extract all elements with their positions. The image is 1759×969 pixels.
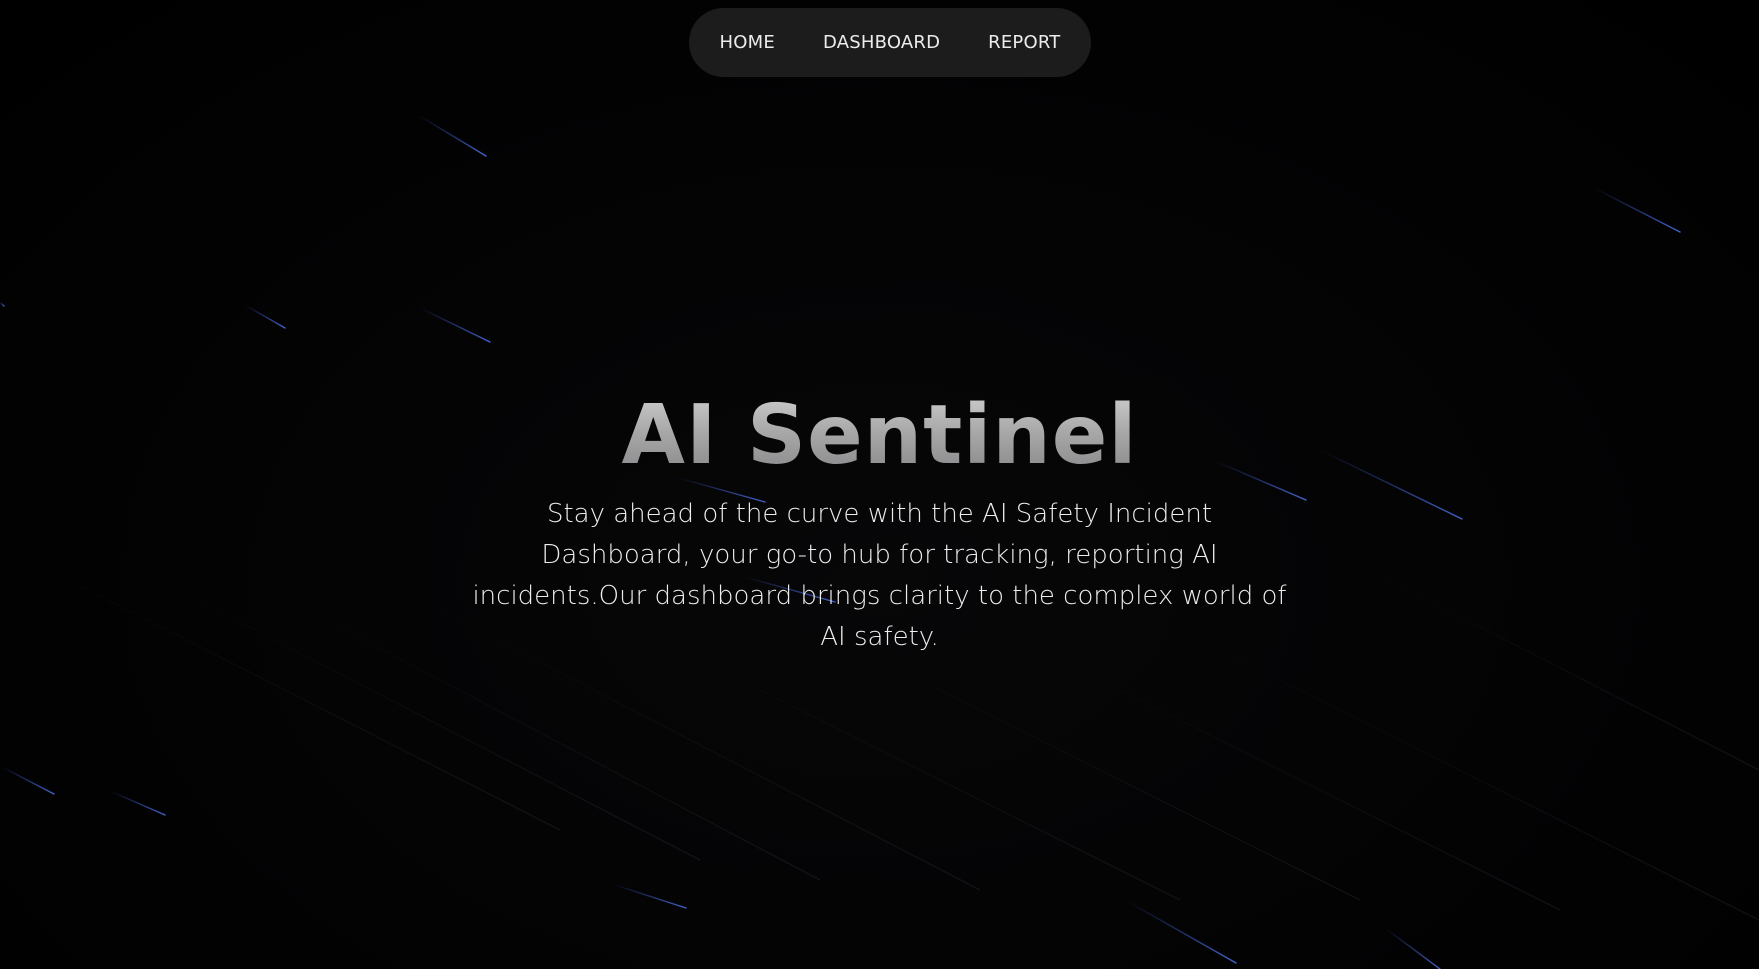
- hero-description: Stay ahead of the curve with the AI Safe…: [472, 499, 1287, 652]
- meteor-streak: [611, 883, 687, 909]
- hero-section: AI Sentinel Stay ahead of the curve with…: [0, 380, 1759, 658]
- meteor-streak: [1591, 186, 1681, 233]
- meteor-streak: [1384, 927, 1441, 969]
- nav-dashboard-link[interactable]: DASHBOARD: [799, 32, 964, 53]
- page: HOME DASHBOARD REPORT AI Sentinel Stay a…: [0, 0, 1759, 969]
- faint-trail: [999, 629, 1561, 911]
- meteor-streak: [417, 306, 491, 343]
- meteor-streak: [417, 114, 487, 157]
- faint-trail: [799, 619, 1361, 901]
- faint-trail: [1199, 639, 1759, 921]
- meteor-streak: [0, 301, 5, 307]
- meteor-streak: [1124, 899, 1237, 964]
- hero-title: AI Sentinel: [0, 380, 1759, 492]
- nav-home-link[interactable]: HOME: [696, 32, 799, 53]
- meteor-streak: [244, 304, 286, 329]
- meteor-streak: [109, 790, 166, 816]
- top-navigation: HOME DASHBOARD REPORT: [689, 8, 1091, 77]
- meteor-streak: [0, 765, 55, 795]
- nav-report-link[interactable]: REPORT: [964, 32, 1084, 53]
